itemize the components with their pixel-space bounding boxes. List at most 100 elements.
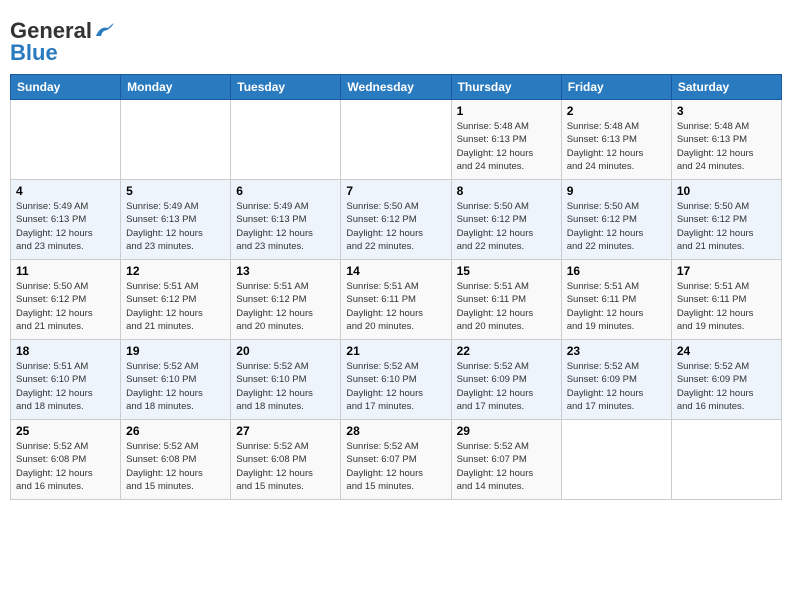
page-header: General Blue bbox=[10, 10, 782, 66]
day-number: 16 bbox=[567, 264, 666, 278]
day-detail: Sunrise: 5:50 AM Sunset: 6:12 PM Dayligh… bbox=[567, 200, 666, 253]
day-cell: 24 Sunrise: 5:52 AM Sunset: 6:09 PM Dayli… bbox=[671, 340, 781, 420]
day-number: 1 bbox=[457, 104, 556, 118]
day-detail: Sunrise: 5:52 AM Sunset: 6:08 PM Dayligh… bbox=[16, 440, 115, 493]
day-detail: Sunrise: 5:51 AM Sunset: 6:11 PM Dayligh… bbox=[567, 280, 666, 333]
day-number: 7 bbox=[346, 184, 445, 198]
day-cell: 5Sunrise: 5:49 AM Sunset: 6:13 PM Daylig… bbox=[121, 180, 231, 260]
day-detail: Sunrise: 5:50 AM Sunset: 6:12 PM Dayligh… bbox=[346, 200, 445, 253]
day-cell: 21 Sunrise: 5:52 AM Sunset: 6:10 PM Dayli… bbox=[341, 340, 451, 420]
day-number: 27 bbox=[236, 424, 335, 438]
day-cell bbox=[671, 420, 781, 500]
day-cell: 1Sunrise: 5:48 AM Sunset: 6:13 PM Daylig… bbox=[451, 100, 561, 180]
day-cell bbox=[341, 100, 451, 180]
day-detail: Sunrise: 5:49 AM Sunset: 6:13 PM Dayligh… bbox=[126, 200, 225, 253]
day-cell: 15 Sunrise: 5:51 AM Sunset: 6:11 PM Dayli… bbox=[451, 260, 561, 340]
day-cell: 19Sunrise: 5:52 AM Sunset: 6:10 PM Dayli… bbox=[121, 340, 231, 420]
week-row-3: 11Sunrise: 5:50 AM Sunset: 6:12 PM Dayli… bbox=[11, 260, 782, 340]
calendar-table: SundayMondayTuesdayWednesdayThursdayFrid… bbox=[10, 74, 782, 500]
day-cell: 29 Sunrise: 5:52 AM Sunset: 6:07 PM Dayli… bbox=[451, 420, 561, 500]
day-cell: 3Sunrise: 5:48 AM Sunset: 6:13 PM Daylig… bbox=[671, 100, 781, 180]
day-detail: Sunrise: 5:50 AM Sunset: 6:12 PM Dayligh… bbox=[677, 200, 776, 253]
day-number: 20 bbox=[236, 344, 335, 358]
day-cell: 16 Sunrise: 5:51 AM Sunset: 6:11 PM Dayli… bbox=[561, 260, 671, 340]
day-detail: Sunrise: 5:51 AM Sunset: 6:11 PM Dayligh… bbox=[346, 280, 445, 333]
day-number: 17 bbox=[677, 264, 776, 278]
day-detail: Sunrise: 5:52 AM Sunset: 6:08 PM Dayligh… bbox=[126, 440, 225, 493]
day-number: 2 bbox=[567, 104, 666, 118]
week-row-4: 18 Sunrise: 5:51 AM Sunset: 6:10 PM Dayli… bbox=[11, 340, 782, 420]
day-detail: Sunrise: 5:48 AM Sunset: 6:13 PM Dayligh… bbox=[567, 120, 666, 173]
day-number: 12 bbox=[126, 264, 225, 278]
day-detail: Sunrise: 5:52 AM Sunset: 6:07 PM Dayligh… bbox=[346, 440, 445, 493]
day-number: 11 bbox=[16, 264, 115, 278]
week-row-1: 1 Sunrise: 5:48 AM Sunset: 6:13 PM Daylig… bbox=[11, 100, 782, 180]
day-cell bbox=[231, 100, 341, 180]
day-detail: Sunrise: 5:51 AM Sunset: 6:11 PM Dayligh… bbox=[457, 280, 556, 333]
day-cell bbox=[121, 100, 231, 180]
day-number: 29 bbox=[457, 424, 556, 438]
day-detail: Sunrise: 5:52 AM Sunset: 6:10 PM Dayligh… bbox=[346, 360, 445, 413]
day-number: 13 bbox=[236, 264, 335, 278]
day-cell: 22 Sunrise: 5:52 AM Sunset: 6:09 PM Dayli… bbox=[451, 340, 561, 420]
day-detail: Sunrise: 5:52 AM Sunset: 6:09 PM Dayligh… bbox=[677, 360, 776, 413]
day-number: 6 bbox=[236, 184, 335, 198]
day-number: 10 bbox=[677, 184, 776, 198]
day-number: 24 bbox=[677, 344, 776, 358]
logo: General Blue bbox=[10, 18, 116, 66]
day-number: 9 bbox=[567, 184, 666, 198]
day-number: 18 bbox=[16, 344, 115, 358]
day-cell: 6 Sunrise: 5:49 AM Sunset: 6:13 PM Daylig… bbox=[231, 180, 341, 260]
day-detail: Sunrise: 5:48 AM Sunset: 6:13 PM Dayligh… bbox=[677, 120, 776, 173]
day-number: 21 bbox=[346, 344, 445, 358]
day-number: 23 bbox=[567, 344, 666, 358]
day-detail: Sunrise: 5:51 AM Sunset: 6:12 PM Dayligh… bbox=[126, 280, 225, 333]
day-detail: Sunrise: 5:50 AM Sunset: 6:12 PM Dayligh… bbox=[457, 200, 556, 253]
day-cell bbox=[11, 100, 121, 180]
day-cell: 10 Sunrise: 5:50 AM Sunset: 6:12 PM Dayli… bbox=[671, 180, 781, 260]
day-cell: 11Sunrise: 5:50 AM Sunset: 6:12 PM Dayli… bbox=[11, 260, 121, 340]
day-detail: Sunrise: 5:49 AM Sunset: 6:13 PM Dayligh… bbox=[16, 200, 115, 253]
day-detail: Sunrise: 5:52 AM Sunset: 6:10 PM Dayligh… bbox=[236, 360, 335, 413]
day-cell: 23 Sunrise: 5:52 AM Sunset: 6:09 PM Dayli… bbox=[561, 340, 671, 420]
day-header-monday: Monday bbox=[121, 75, 231, 100]
week-row-5: 25 Sunrise: 5:52 AM Sunset: 6:08 PM Dayli… bbox=[11, 420, 782, 500]
day-cell: 27 Sunrise: 5:52 AM Sunset: 6:08 PM Dayli… bbox=[231, 420, 341, 500]
day-cell: 2 Sunrise: 5:48 AM Sunset: 6:13 PM Daylig… bbox=[561, 100, 671, 180]
day-number: 15 bbox=[457, 264, 556, 278]
day-cell: 28 Sunrise: 5:52 AM Sunset: 6:07 PM Dayli… bbox=[341, 420, 451, 500]
day-cell: 8 Sunrise: 5:50 AM Sunset: 6:12 PM Daylig… bbox=[451, 180, 561, 260]
logo-text-blue: Blue bbox=[10, 40, 58, 66]
day-header-thursday: Thursday bbox=[451, 75, 561, 100]
day-number: 8 bbox=[457, 184, 556, 198]
day-header-tuesday: Tuesday bbox=[231, 75, 341, 100]
day-cell: 4 Sunrise: 5:49 AM Sunset: 6:13 PM Daylig… bbox=[11, 180, 121, 260]
day-detail: Sunrise: 5:51 AM Sunset: 6:11 PM Dayligh… bbox=[677, 280, 776, 333]
logo-bird-icon bbox=[94, 22, 116, 40]
day-number: 4 bbox=[16, 184, 115, 198]
day-number: 14 bbox=[346, 264, 445, 278]
day-cell: 13 Sunrise: 5:51 AM Sunset: 6:12 PM Dayli… bbox=[231, 260, 341, 340]
day-detail: Sunrise: 5:51 AM Sunset: 6:12 PM Dayligh… bbox=[236, 280, 335, 333]
day-number: 22 bbox=[457, 344, 556, 358]
day-number: 25 bbox=[16, 424, 115, 438]
days-header-row: SundayMondayTuesdayWednesdayThursdayFrid… bbox=[11, 75, 782, 100]
day-number: 26 bbox=[126, 424, 225, 438]
day-detail: Sunrise: 5:51 AM Sunset: 6:10 PM Dayligh… bbox=[16, 360, 115, 413]
day-header-wednesday: Wednesday bbox=[341, 75, 451, 100]
day-cell: 17 Sunrise: 5:51 AM Sunset: 6:11 PM Dayli… bbox=[671, 260, 781, 340]
day-cell: 14 Sunrise: 5:51 AM Sunset: 6:11 PM Dayli… bbox=[341, 260, 451, 340]
day-cell: 18 Sunrise: 5:51 AM Sunset: 6:10 PM Dayli… bbox=[11, 340, 121, 420]
day-number: 28 bbox=[346, 424, 445, 438]
day-detail: Sunrise: 5:52 AM Sunset: 6:10 PM Dayligh… bbox=[126, 360, 225, 413]
day-detail: Sunrise: 5:52 AM Sunset: 6:07 PM Dayligh… bbox=[457, 440, 556, 493]
day-detail: Sunrise: 5:52 AM Sunset: 6:09 PM Dayligh… bbox=[567, 360, 666, 413]
day-cell: 25 Sunrise: 5:52 AM Sunset: 6:08 PM Dayli… bbox=[11, 420, 121, 500]
day-detail: Sunrise: 5:52 AM Sunset: 6:09 PM Dayligh… bbox=[457, 360, 556, 413]
day-detail: Sunrise: 5:52 AM Sunset: 6:08 PM Dayligh… bbox=[236, 440, 335, 493]
week-row-2: 4 Sunrise: 5:49 AM Sunset: 6:13 PM Daylig… bbox=[11, 180, 782, 260]
day-header-friday: Friday bbox=[561, 75, 671, 100]
day-cell: 9 Sunrise: 5:50 AM Sunset: 6:12 PM Daylig… bbox=[561, 180, 671, 260]
day-detail: Sunrise: 5:49 AM Sunset: 6:13 PM Dayligh… bbox=[236, 200, 335, 253]
day-cell: 20 Sunrise: 5:52 AM Sunset: 6:10 PM Dayli… bbox=[231, 340, 341, 420]
